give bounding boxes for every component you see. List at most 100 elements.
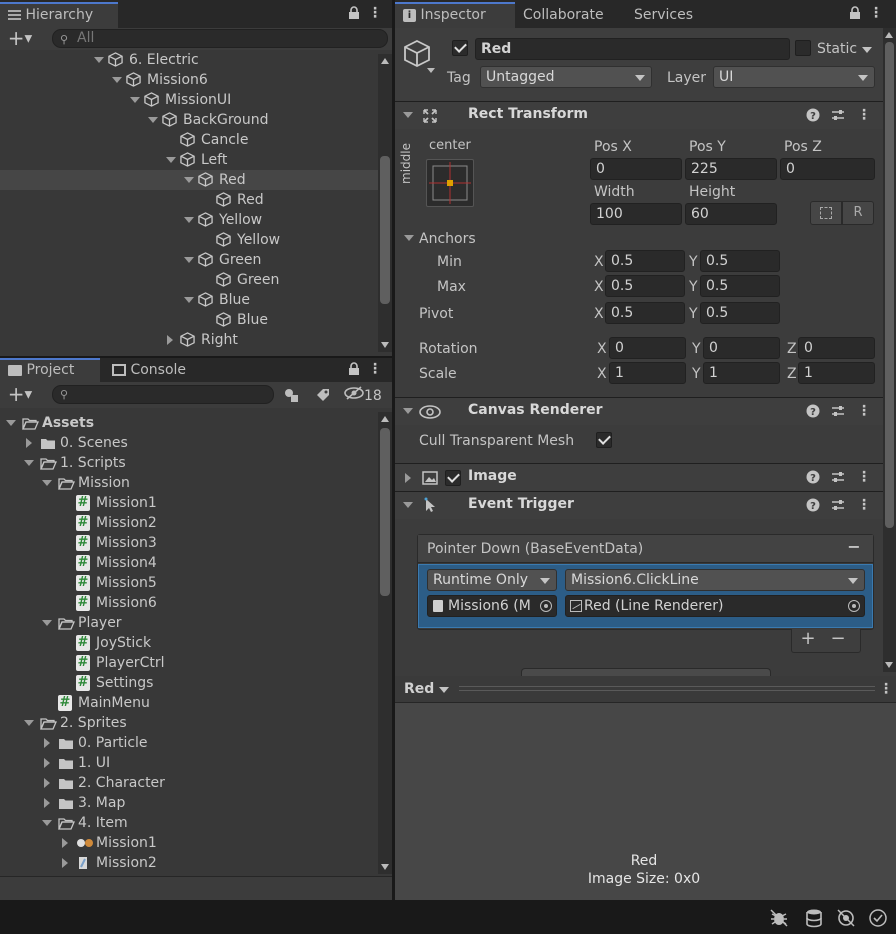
hierarchy-item[interactable]: Green	[0, 270, 378, 290]
layer-dropdown[interactable]: UI	[713, 66, 875, 88]
project-script-item[interactable]: # JoyStick	[0, 633, 378, 653]
component-menu-icon[interactable]: ⋮	[857, 403, 871, 419]
project-folder-item[interactable]: 1. Scripts	[0, 453, 378, 473]
project-script-item[interactable]: # Mission2	[0, 513, 378, 533]
function-dropdown[interactable]: Mission6.ClickLine	[565, 569, 865, 591]
fold-arrow-icon[interactable]	[42, 620, 52, 626]
hierarchy-item[interactable]: Green	[0, 250, 378, 270]
tab-collaborate[interactable]: Collaborate	[515, 2, 612, 28]
gameobject-cube-icon[interactable]	[402, 38, 435, 73]
project-folder-item[interactable]: 0. Particle	[0, 733, 378, 753]
pos-z-field[interactable]: 0	[780, 158, 875, 180]
anchors-label[interactable]: Anchors	[419, 230, 476, 248]
fold-arrow-icon[interactable]	[148, 117, 158, 123]
argument-object-field[interactable]: Red (Line Renderer)	[565, 595, 865, 617]
pos-x-field[interactable]: 0	[590, 158, 682, 180]
scroll-up-icon[interactable]	[381, 58, 389, 64]
object-name-field[interactable]: Red	[475, 38, 790, 60]
fold-arrow-icon[interactable]	[44, 758, 50, 768]
lock-icon[interactable]	[848, 6, 862, 24]
hierarchy-item[interactable]: Left	[0, 150, 378, 170]
scroll-down-icon[interactable]	[381, 864, 389, 870]
inspector-scrollbar[interactable]	[883, 28, 896, 672]
hidden-packages-button[interactable]: 18	[344, 386, 388, 404]
scroll-down-icon[interactable]	[381, 342, 389, 348]
help-icon[interactable]: ?	[805, 470, 821, 488]
project-script-item[interactable]: # Mission6	[0, 593, 378, 613]
fold-arrow-icon[interactable]	[44, 798, 50, 808]
fold-arrow-icon[interactable]	[44, 738, 50, 748]
tab-inspector[interactable]: i Inspector	[395, 2, 515, 28]
anchors-expand-icon[interactable]	[404, 235, 414, 241]
filter-by-type-icon[interactable]	[282, 387, 300, 407]
fold-arrow-icon[interactable]	[184, 297, 194, 303]
component-menu-icon[interactable]: ⋮	[857, 469, 871, 485]
component-menu-icon[interactable]: ⋮	[857, 107, 871, 123]
project-folder-item[interactable]: Assets	[0, 413, 378, 433]
lock-icon[interactable]	[347, 362, 361, 380]
project-script-item[interactable]: # Mission4	[0, 553, 378, 573]
pos-y-field[interactable]: 225	[685, 158, 777, 180]
help-icon[interactable]: ?	[805, 404, 821, 422]
fold-arrow-icon[interactable]	[26, 438, 32, 448]
project-folder-item[interactable]: 4. Item	[0, 813, 378, 833]
more-options-icon[interactable]: ⋮	[869, 5, 883, 21]
project-scroll-thumb[interactable]	[380, 428, 390, 596]
fold-arrow-icon[interactable]	[94, 57, 104, 63]
debug-bug-icon[interactable]	[768, 908, 790, 932]
pivot-x-field[interactable]: 0.5	[605, 302, 685, 324]
preview-resize-handle[interactable]	[459, 686, 875, 691]
hierarchy-item[interactable]: Red	[0, 170, 378, 190]
add-listener-button[interactable]: +	[800, 630, 816, 648]
auto-generate-lighting-icon[interactable]	[835, 908, 857, 932]
static-checkbox[interactable]	[795, 40, 811, 56]
anchor-max-y-field[interactable]: 0.5	[700, 275, 780, 297]
fold-arrow-icon[interactable]	[184, 257, 194, 263]
component-menu-icon[interactable]: ⋮	[857, 497, 871, 513]
fold-arrow-icon[interactable]	[130, 97, 140, 103]
rotation-z-field[interactable]: 0	[798, 337, 875, 359]
event-trigger-header[interactable]: Event Trigger ? ⋮	[395, 491, 883, 519]
active-checkbox[interactable]	[452, 40, 468, 56]
tab-services[interactable]: Services	[626, 2, 701, 28]
expand-arrow-icon[interactable]	[405, 473, 411, 483]
hierarchy-scrollbar[interactable]	[378, 54, 392, 352]
image-enabled-checkbox[interactable]	[445, 470, 461, 486]
width-field[interactable]: 100	[590, 203, 682, 225]
hierarchy-item[interactable]: Yellow	[0, 210, 378, 230]
project-script-item[interactable]: # MainMenu	[0, 693, 378, 713]
collapse-arrow-icon[interactable]	[403, 502, 413, 508]
project-folder-item[interactable]: Player	[0, 613, 378, 633]
rect-transform-header[interactable]: Rect Transform ? ⋮	[395, 101, 883, 129]
anchor-max-x-field[interactable]: 0.5	[605, 275, 685, 297]
fold-arrow-icon[interactable]	[112, 77, 122, 83]
scroll-down-icon[interactable]	[885, 662, 893, 668]
hierarchy-item[interactable]: Blue	[0, 310, 378, 330]
presets-icon[interactable]	[830, 404, 846, 422]
project-script-item[interactable]: # Mission1	[0, 493, 378, 513]
remove-event-button[interactable]: −	[846, 539, 862, 555]
collapse-arrow-icon[interactable]	[403, 408, 413, 414]
hierarchy-item[interactable]: Mission6	[0, 70, 378, 90]
scale-z-field[interactable]: 1	[798, 362, 875, 384]
height-field[interactable]: 60	[685, 203, 777, 225]
project-folder-item[interactable]: 1. UI	[0, 753, 378, 773]
anchor-min-x-field[interactable]: 0.5	[605, 250, 685, 272]
anchor-preset-button[interactable]	[426, 159, 474, 207]
blueprint-mode-button[interactable]	[810, 201, 842, 225]
raw-edit-button[interactable]: R	[842, 201, 874, 225]
hierarchy-item[interactable]: BackGround	[0, 110, 378, 130]
fold-arrow-icon[interactable]	[167, 335, 173, 345]
project-script-item[interactable]: # Mission5	[0, 573, 378, 593]
anchor-min-y-field[interactable]: 0.5	[700, 250, 780, 272]
fold-arrow-icon[interactable]	[62, 838, 68, 848]
presets-icon[interactable]	[830, 470, 846, 488]
hierarchy-item[interactable]: MissionUI	[0, 90, 378, 110]
hierarchy-item[interactable]: 6. Electric	[0, 50, 378, 70]
presets-icon[interactable]	[830, 108, 846, 126]
collapse-arrow-icon[interactable]	[403, 112, 413, 118]
object-picker-icon[interactable]	[848, 600, 860, 612]
tag-dropdown[interactable]: Untagged	[480, 66, 652, 88]
rotation-x-field[interactable]: 0	[609, 337, 686, 359]
canvas-renderer-header[interactable]: Canvas Renderer ? ⋮	[395, 397, 883, 425]
